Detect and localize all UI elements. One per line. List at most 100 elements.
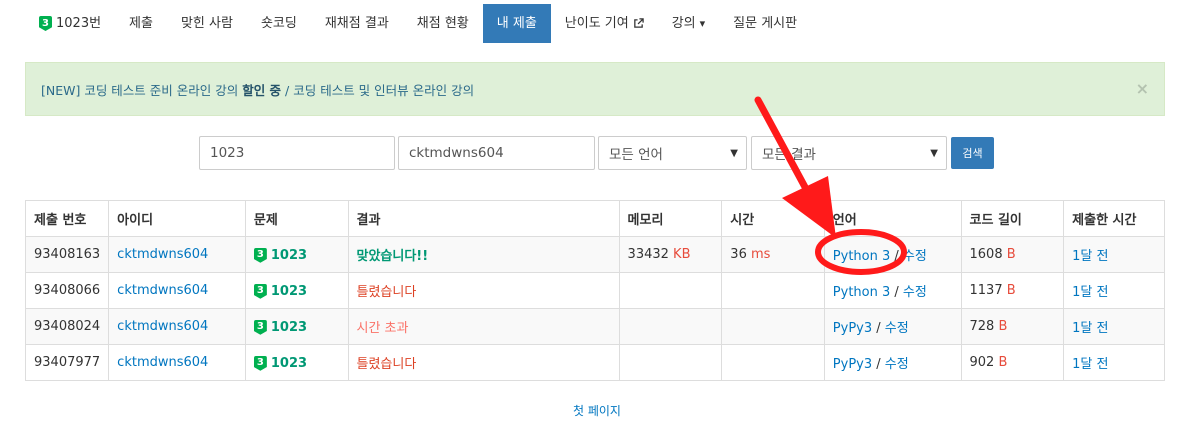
time-cell: 36 ms (721, 236, 825, 273)
submission-id: 93407977 (24, 344, 110, 381)
table-row: 93408024 cktmdwns604 3 1023 시간 초과 PyPy3 /… (24, 308, 1165, 345)
problem-link[interactable]: 3 1023 (253, 283, 308, 299)
problem-number: 1023 (270, 247, 308, 263)
memory-cell (618, 344, 723, 381)
submission-id: 93408066 (24, 272, 110, 309)
tier-badge-icon: 3 (253, 247, 267, 263)
nav-lectures[interactable]: 강의 ▾ (658, 4, 719, 43)
problem-id-input[interactable]: 1023 (199, 136, 395, 170)
problem-link[interactable]: 3 1023 (253, 247, 308, 263)
nav-lectures-label: 강의 (671, 16, 696, 31)
nav-submit[interactable]: 제출 (115, 4, 167, 43)
first-page-link[interactable]: 첫 페이지 (0, 402, 1194, 419)
table-header-row: 제출 번호 아이디 문제 결과 메모리 시간 언어 코드 길이 제출한 시간 (24, 200, 1165, 237)
nav-difficulty-label: 난이도 기여 (564, 16, 629, 31)
language-link[interactable]: PyPy3 (833, 321, 872, 336)
language-cell: PyPy3 / 수정 (823, 308, 962, 345)
submission-id: 93408024 (24, 308, 110, 345)
memory-cell (618, 308, 723, 345)
language-cell: Python 3 / 수정 (823, 236, 962, 273)
col-header: 제출 번호 (24, 200, 110, 237)
nav-status[interactable]: 채점 현황 (403, 4, 483, 43)
col-header: 메모리 (618, 200, 723, 237)
nav-qna-board[interactable]: 질문 게시판 (719, 4, 811, 43)
submitted-time-link[interactable]: 1달 전 (1072, 357, 1108, 372)
nav-problem-number-label: 1023번 (56, 16, 102, 31)
col-header: 코드 길이 (960, 200, 1065, 237)
submission-id: 93408163 (24, 236, 110, 273)
alert-text-1: [NEW] 코딩 테스트 준비 온라인 강의 (41, 82, 243, 98)
time-cell (721, 272, 825, 309)
nav-rejudge-results[interactable]: 재채점 결과 (311, 4, 403, 43)
alert-link[interactable]: [NEW] 코딩 테스트 준비 온라인 강의 할인 중 / 코딩 테스트 및 인… (41, 80, 474, 99)
nav-my-submissions[interactable]: 내 제출 (482, 4, 551, 43)
caret-down-icon: ▾ (699, 17, 706, 30)
time-cell (721, 344, 825, 381)
language-link[interactable]: PyPy3 (833, 357, 872, 372)
result-status: 틀렸습니다 (356, 357, 417, 372)
submitted-time-link[interactable]: 1달 전 (1072, 321, 1108, 336)
tier-badge-icon: 3 (253, 355, 267, 371)
close-icon[interactable]: × (1136, 79, 1149, 98)
nav-short-coding[interactable]: 숏코딩 (247, 4, 311, 43)
submissions-table: 제출 번호 아이디 문제 결과 메모리 시간 언어 코드 길이 제출한 시간 9… (24, 200, 1165, 381)
length-cell: 1608 B (960, 236, 1065, 273)
table-row: 93408066 cktmdwns604 3 1023 틀렸습니다 Python … (24, 272, 1165, 309)
submitted-time-link[interactable]: 1달 전 (1072, 285, 1108, 300)
length-cell: 1137 B (960, 272, 1065, 309)
alert-text-2: / 코딩 테스트 및 인터뷰 온라인 강의 (281, 82, 475, 98)
length-value: 1137 (969, 283, 1003, 298)
edit-link[interactable]: 수정 (903, 285, 927, 300)
problem-number: 1023 (270, 319, 308, 335)
length-cell: 728 B (960, 308, 1065, 345)
memory-value: 33432 (627, 247, 669, 262)
user-link[interactable]: cktmdwns604 (117, 319, 208, 334)
length-unit: B (1006, 247, 1016, 262)
language-select[interactable]: 모든 언어 ▼ (598, 136, 747, 170)
col-header: 문제 (244, 200, 349, 237)
problem-link[interactable]: 3 1023 (253, 355, 307, 371)
col-header: 언어 (823, 200, 962, 237)
chevron-down-icon: ▼ (930, 147, 938, 159)
problem-link[interactable]: 3 1023 (253, 319, 308, 335)
user-link[interactable]: cktmdwns604 (117, 355, 208, 370)
user-id-input[interactable]: cktmdwns604 (398, 136, 595, 170)
problem-nav: 3 1023번 제출 맞힌 사람 숏코딩 재채점 결과 채점 현황 내 제출 난… (25, 4, 811, 43)
search-button[interactable]: 검색 (951, 137, 994, 169)
nav-problem-number[interactable]: 3 1023번 (25, 4, 115, 43)
chevron-down-icon: ▼ (730, 147, 738, 159)
tier-badge-icon: 3 (39, 16, 52, 31)
col-header: 제출한 시간 (1063, 200, 1165, 237)
language-select-value: 모든 언어 (609, 147, 663, 163)
user-link[interactable]: cktmdwns604 (117, 283, 208, 298)
result-status: 맞았습니다!! (356, 249, 429, 264)
length-value: 902 (969, 355, 995, 370)
user-link[interactable]: cktmdwns604 (117, 247, 208, 262)
submitted-time-link[interactable]: 1달 전 (1072, 249, 1108, 264)
nav-solvers[interactable]: 맞힌 사람 (167, 4, 247, 43)
result-select[interactable]: 모든 결과 ▼ (751, 136, 947, 170)
result-status: 틀렸습니다 (356, 285, 417, 300)
time-value: 36 (730, 247, 747, 262)
table-row: 93407977 cktmdwns604 3 1023 틀렸습니다 PyPy3 /… (24, 344, 1165, 381)
memory-unit: KB (673, 247, 691, 262)
time-unit: ms (750, 247, 771, 262)
memory-cell: 33432 KB (618, 236, 723, 273)
edit-link[interactable]: 수정 (903, 249, 927, 264)
language-cell: Python 3 / 수정 (823, 272, 962, 309)
result-select-value: 모든 결과 (762, 147, 816, 163)
length-value: 1608 (969, 247, 1003, 262)
language-link[interactable]: Python 3 (833, 285, 890, 300)
length-cell: 902 B (960, 344, 1065, 381)
memory-cell (618, 272, 723, 309)
nav-difficulty-contribution[interactable]: 난이도 기여 (551, 4, 658, 43)
col-header: 시간 (721, 200, 825, 237)
col-header: 결과 (347, 200, 620, 237)
edit-link[interactable]: 수정 (885, 357, 909, 372)
edit-link[interactable]: 수정 (885, 321, 909, 336)
problem-number: 1023 (270, 283, 308, 299)
col-header: 아이디 (108, 200, 246, 237)
length-value: 728 (969, 319, 995, 334)
language-link[interactable]: Python 3 (833, 249, 890, 264)
alert-text-bold: 할인 중 (242, 82, 282, 98)
